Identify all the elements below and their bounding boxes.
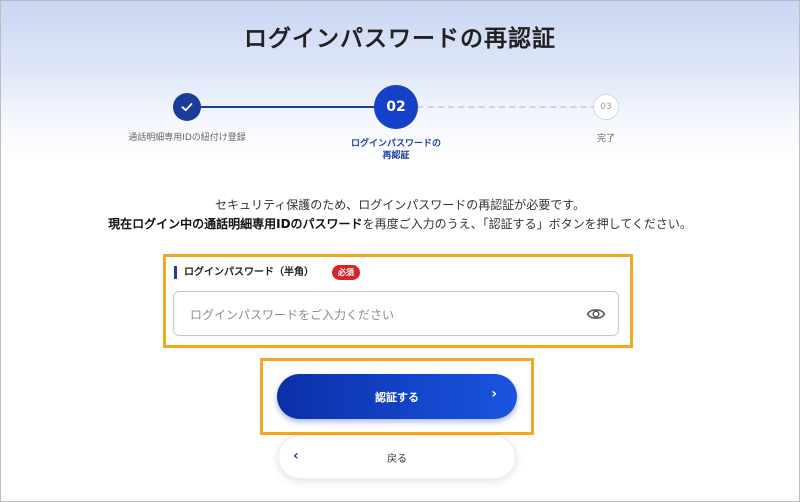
required-badge: 必須	[332, 265, 360, 280]
step-2-label-line2: 再認証	[382, 151, 410, 161]
step-2-label-line1: ログインパスワードの	[350, 139, 441, 149]
page-frame: ログインパスワードの再認証 02 03 通話明細専用IDの紐付け登録 ログインパ…	[0, 0, 800, 502]
step-3-circle: 03	[593, 94, 619, 120]
description-emphasis: 現在ログイン中の通話明細専用IDのパスワード	[108, 217, 363, 231]
stepper-line-pending	[397, 106, 607, 108]
back-button[interactable]: ‹ 戻る	[278, 435, 516, 479]
step-2-label: ログインパスワードの 再認証	[331, 138, 461, 162]
step-2-circle: 02	[374, 85, 418, 129]
password-input-box[interactable]	[173, 291, 619, 337]
chevron-left-icon: ‹	[293, 448, 299, 464]
check-icon	[181, 103, 193, 112]
description-line-1: セキュリティ保護のため、ログインパスワードの再認証が必要です。	[214, 198, 586, 212]
stepper-line-completed	[187, 106, 397, 108]
chevron-right-icon: ›	[491, 386, 497, 402]
step-2-number: 02	[386, 99, 406, 115]
authenticate-button-label: 認証する	[375, 390, 419, 404]
description-line-2: 現在ログイン中の通話明細専用IDのパスワードを再度ご入力のうえ、「認証する」ボタ…	[1, 215, 799, 232]
page-title: ログインパスワードの再認証	[244, 26, 556, 52]
password-input[interactable]	[188, 292, 572, 337]
back-button-label: 戻る	[387, 453, 407, 465]
description-rest: を再度ご入力のうえ、「認証する」ボタンを押してください。	[362, 217, 692, 231]
step-3-label: 完了	[596, 134, 615, 144]
step-1-circle	[173, 93, 201, 121]
step-1-label: 通話明細専用IDの紐付け登録	[128, 133, 246, 143]
authenticate-button[interactable]: 認証する ›	[277, 374, 517, 419]
password-field-label: ログインパスワード（半角）	[174, 266, 314, 279]
eye-icon[interactable]	[586, 305, 606, 323]
step-3-number: 03	[600, 102, 612, 112]
